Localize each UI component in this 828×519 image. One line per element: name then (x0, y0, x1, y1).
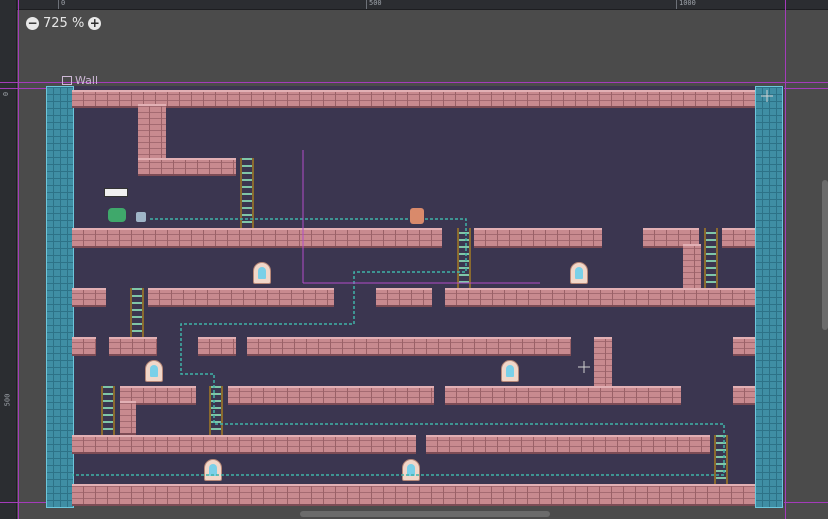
minus-circle-icon[interactable]: − (26, 16, 39, 30)
horizontal-scrollbar[interactable] (300, 511, 550, 517)
pivot-icon (578, 361, 590, 373)
enemy-sprite[interactable] (108, 208, 126, 222)
navigation-paths (72, 90, 773, 476)
zoom-control: − 725 % + (26, 14, 102, 32)
wall-node-icon (62, 76, 72, 85)
pivot-icon (761, 90, 773, 102)
selection-label-text: Wall (75, 74, 99, 87)
player-sprite[interactable] (410, 208, 424, 224)
plus-circle-icon[interactable]: + (88, 16, 102, 30)
path-route (72, 218, 725, 476)
zoom-value[interactable]: 725 % (43, 16, 84, 31)
canvas-viewport[interactable]: 0 500 1000 0 500 Wall − 725 % + (0, 0, 828, 519)
vertical-scrollbar[interactable] (822, 180, 828, 330)
weapon-sprite[interactable] (136, 212, 146, 222)
selection-label: Wall (62, 74, 98, 87)
hud-label-sprite (104, 188, 128, 197)
